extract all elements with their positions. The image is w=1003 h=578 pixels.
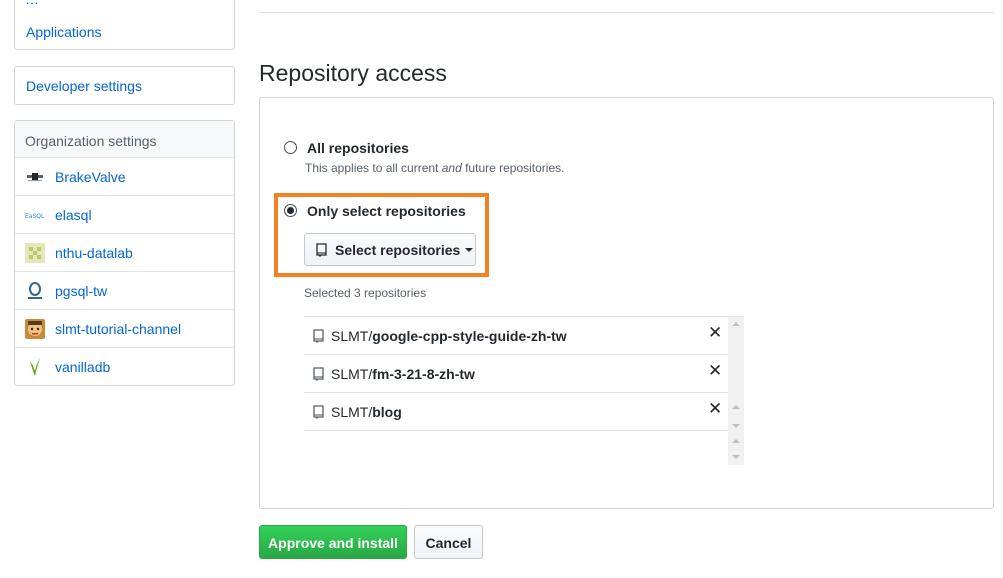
scroll-up-arrow-icon[interactable] [732,322,740,326]
sidebar-item-org[interactable]: pgsql-tw [15,272,234,310]
repo-list-scrollbar[interactable] [728,317,744,465]
repo-list-item: SLMT/google-cpp-style-guide-zh-tw ✕ [304,317,728,355]
elasql-logo-icon: EaSQL [25,205,45,225]
sidebar-item-clipped[interactable]: … [25,0,39,7]
sidebar-developer-settings: Developer settings [14,66,235,105]
cancel-button[interactable]: Cancel [414,525,483,559]
org-name[interactable]: slmt-tutorial-channel [55,321,181,337]
org-name[interactable]: elasql [55,207,92,223]
sidebar-item-org[interactable]: BrakeValve [15,158,234,196]
scroll-track-down-icon [732,424,740,428]
sidebar-account-settings: … Applications [14,0,235,50]
remove-repo-button[interactable]: ✕ [708,324,722,341]
select-repositories-label: Select repositories [335,241,461,258]
sidebar-item-org[interactable]: slmt-tutorial-channel [15,310,234,348]
selected-repository-list[interactable]: SLMT/google-cpp-style-guide-zh-tw ✕ SLMT… [304,316,744,465]
nthu-datalab-logo-icon [25,242,45,263]
approve-and-install-button[interactable]: Approve and install [259,525,407,559]
repo-name: SLMT/fm-3-21-8-zh-tw [331,365,475,382]
select-repositories-button[interactable]: Select repositories [304,233,476,266]
org-name[interactable]: pgsql-tw [55,283,107,299]
sidebar-item-org[interactable]: vanilladb [15,348,234,386]
radio-all-repositories[interactable] [284,141,297,154]
repo-icon [313,404,324,419]
svg-text:EaSQL: EaSQL [25,213,45,220]
vanilladb-logo-icon [25,357,45,377]
option-all-repositories-note: This applies to all current and future r… [305,161,565,175]
top-divider [259,12,994,13]
remove-repo-button[interactable]: ✕ [708,400,722,417]
chevron-down-icon [465,247,474,252]
repo-list-item: SLMT/fm-3-21-8-zh-tw ✕ [304,355,728,393]
option-all-repositories-label[interactable]: All repositories [307,140,409,156]
repo-name: SLMT/google-cpp-style-guide-zh-tw [331,327,567,344]
page-title: Repository access [259,60,447,86]
scroll-down-arrow-icon[interactable] [732,455,740,459]
repo-icon [313,366,324,381]
scroll-track-up-icon [732,439,740,443]
repo-name: SLMT/blog [331,403,402,420]
org-name[interactable]: BrakeValve [55,169,126,185]
sidebar-item-developer-settings[interactable]: Developer settings [26,78,142,94]
slmt-tutorial-channel-avatar-icon [25,318,45,339]
sidebar-organization-settings: Organization settings BrakeValve EaSQL e… [14,120,235,386]
repo-icon [313,328,324,343]
org-name[interactable]: vanilladb [55,359,110,375]
brakevalve-logo-icon [25,167,45,187]
org-settings-header: Organization settings [15,121,234,158]
org-name[interactable]: nthu-datalab [55,245,133,261]
repo-list-item: SLMT/blog ✕ [304,393,728,431]
scroll-track-up-icon [732,405,740,409]
sidebar-item-org[interactable]: EaSQL elasql [15,196,234,234]
sidebar-item-org[interactable]: nthu-datalab [15,234,234,272]
pgsql-tw-logo-icon [25,281,45,301]
repo-icon [316,242,327,257]
selected-repositories-count: Selected 3 repositories [304,286,427,300]
sidebar-item-applications[interactable]: Applications [26,24,102,40]
remove-repo-button[interactable]: ✕ [708,362,722,379]
